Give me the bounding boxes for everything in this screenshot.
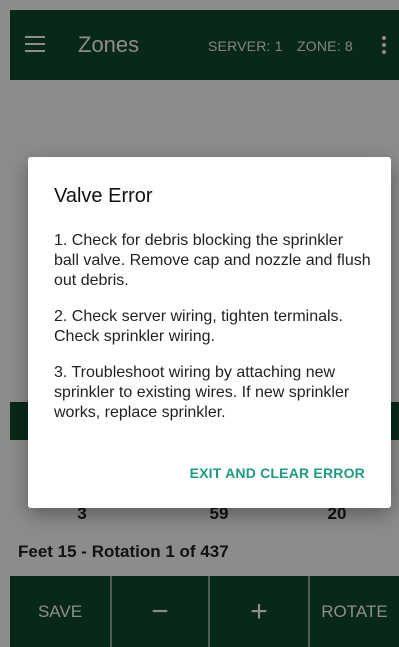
exit-and-clear-error-button[interactable]: EXIT AND CLEAR ERROR [190,465,365,481]
dialog-body: 1. Check for debris blocking the sprinkl… [54,231,372,439]
dialog-title: Valve Error [54,185,153,207]
dialog-paragraph: 3. Troubleshoot wiring by attaching new … [54,364,350,421]
dialog-paragraph: 1. Check for debris blocking the sprinkl… [54,232,371,289]
valve-error-dialog: Valve Error 1. Check for debris blocking… [28,157,391,508]
dialog-paragraph: 2. Check server wiring, tighten terminal… [54,308,343,345]
